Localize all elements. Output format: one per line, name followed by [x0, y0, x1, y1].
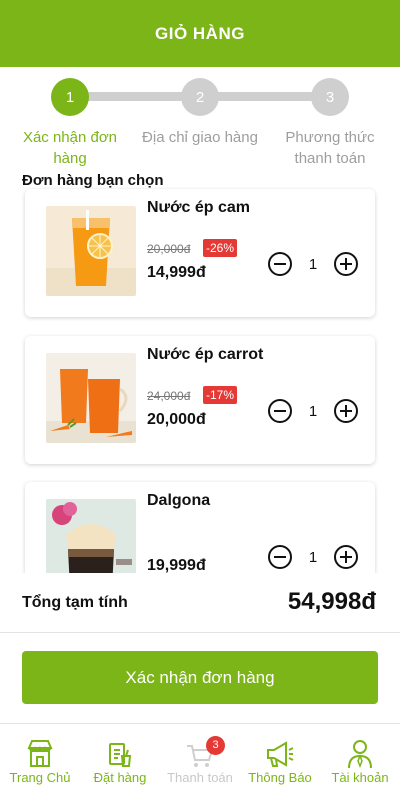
item-name: Nước ép carrot — [147, 346, 264, 363]
tab-account[interactable]: Tài khoản — [320, 724, 400, 800]
bottom-tab-bar: Trang Chủ Đặt hàng 3 Thanh toán Thông Bá… — [0, 723, 400, 800]
decrease-quantity-button[interactable] — [268, 399, 292, 423]
cart-item-list[interactable]: Nước ép cam 20,000đ -26% 14,999đ 1 Nước … — [0, 185, 400, 573]
increase-quantity-button[interactable] — [334, 252, 358, 276]
discount-badge: -17% — [203, 386, 238, 404]
item-price: 20,000đ — [147, 411, 206, 428]
checkout-stepper: 1 2 3 Xác nhận đơn hàng Địa chỉ giao hàn… — [0, 67, 400, 175]
tab-account-label: Tài khoản — [331, 770, 389, 785]
step-2-indicator: 2 — [181, 78, 219, 116]
dalgona-coffee-photo — [46, 499, 136, 573]
cart-item[interactable]: Dalgona 19,999đ 1 — [25, 482, 375, 573]
step-1-indicator: 1 — [51, 78, 89, 116]
item-old-price: 20,000đ — [147, 242, 191, 256]
carrot-juice-photo — [46, 353, 136, 443]
item-quantity: 1 — [308, 403, 318, 420]
item-quantity: 1 — [308, 549, 318, 566]
orange-juice-photo — [46, 206, 136, 296]
tab-order-label: Đặt hàng — [93, 770, 147, 785]
cart-item[interactable]: Nước ép carrot 24,000đ -17% 20,000đ 1 — [25, 336, 375, 464]
confirm-order-button[interactable]: Xác nhận đơn hàng — [22, 651, 378, 704]
megaphone-icon — [267, 741, 294, 767]
subtotal-row: Tổng tạm tính 54,998đ — [0, 575, 400, 633]
step-2-label: Địa chỉ giao hàng — [142, 129, 258, 146]
decrease-quantity-button[interactable] — [268, 252, 292, 276]
confirm-order-label: Xác nhận đơn hàng — [125, 667, 275, 687]
tab-notifications[interactable]: Thông Báo — [240, 724, 320, 800]
tab-order[interactable]: Đặt hàng — [80, 724, 160, 800]
cart-count-badge: 3 — [206, 736, 225, 755]
item-price: 14,999đ — [147, 264, 206, 281]
discount-badge: -26% — [203, 239, 238, 257]
store-icon — [27, 740, 53, 767]
tab-notifications-label: Thông Báo — [248, 770, 312, 785]
subtotal-value: 54,998đ — [287, 588, 376, 615]
tab-home[interactable]: Trang Chủ — [0, 724, 80, 800]
decrease-quantity-button[interactable] — [268, 545, 292, 569]
item-quantity: 1 — [308, 256, 318, 273]
step-3-indicator: 3 — [311, 78, 349, 116]
user-icon — [348, 740, 372, 769]
tab-home-label: Trang Chủ — [9, 770, 71, 785]
step-3-label: Phương thức thanh toán — [285, 129, 375, 167]
order-icon — [109, 743, 132, 767]
item-name: Nước ép cam — [147, 199, 250, 216]
tab-payment[interactable]: 3 Thanh toán — [160, 724, 240, 800]
item-price: 19,999đ — [147, 557, 206, 573]
tab-payment-label: Thanh toán — [167, 770, 233, 785]
page-title: GIỎ HÀNG — [155, 23, 245, 43]
item-old-price: 24,000đ — [147, 389, 191, 403]
increase-quantity-button[interactable] — [334, 399, 358, 423]
step-1-label: Xác nhận đơn hàng — [22, 129, 118, 167]
increase-quantity-button[interactable] — [334, 545, 358, 569]
subtotal-label: Tổng tạm tính — [22, 594, 128, 611]
cart-item[interactable]: Nước ép cam 20,000đ -26% 14,999đ 1 — [25, 189, 375, 317]
app-header: GIỎ HÀNG — [0, 0, 400, 67]
item-name: Dalgona — [147, 492, 211, 509]
